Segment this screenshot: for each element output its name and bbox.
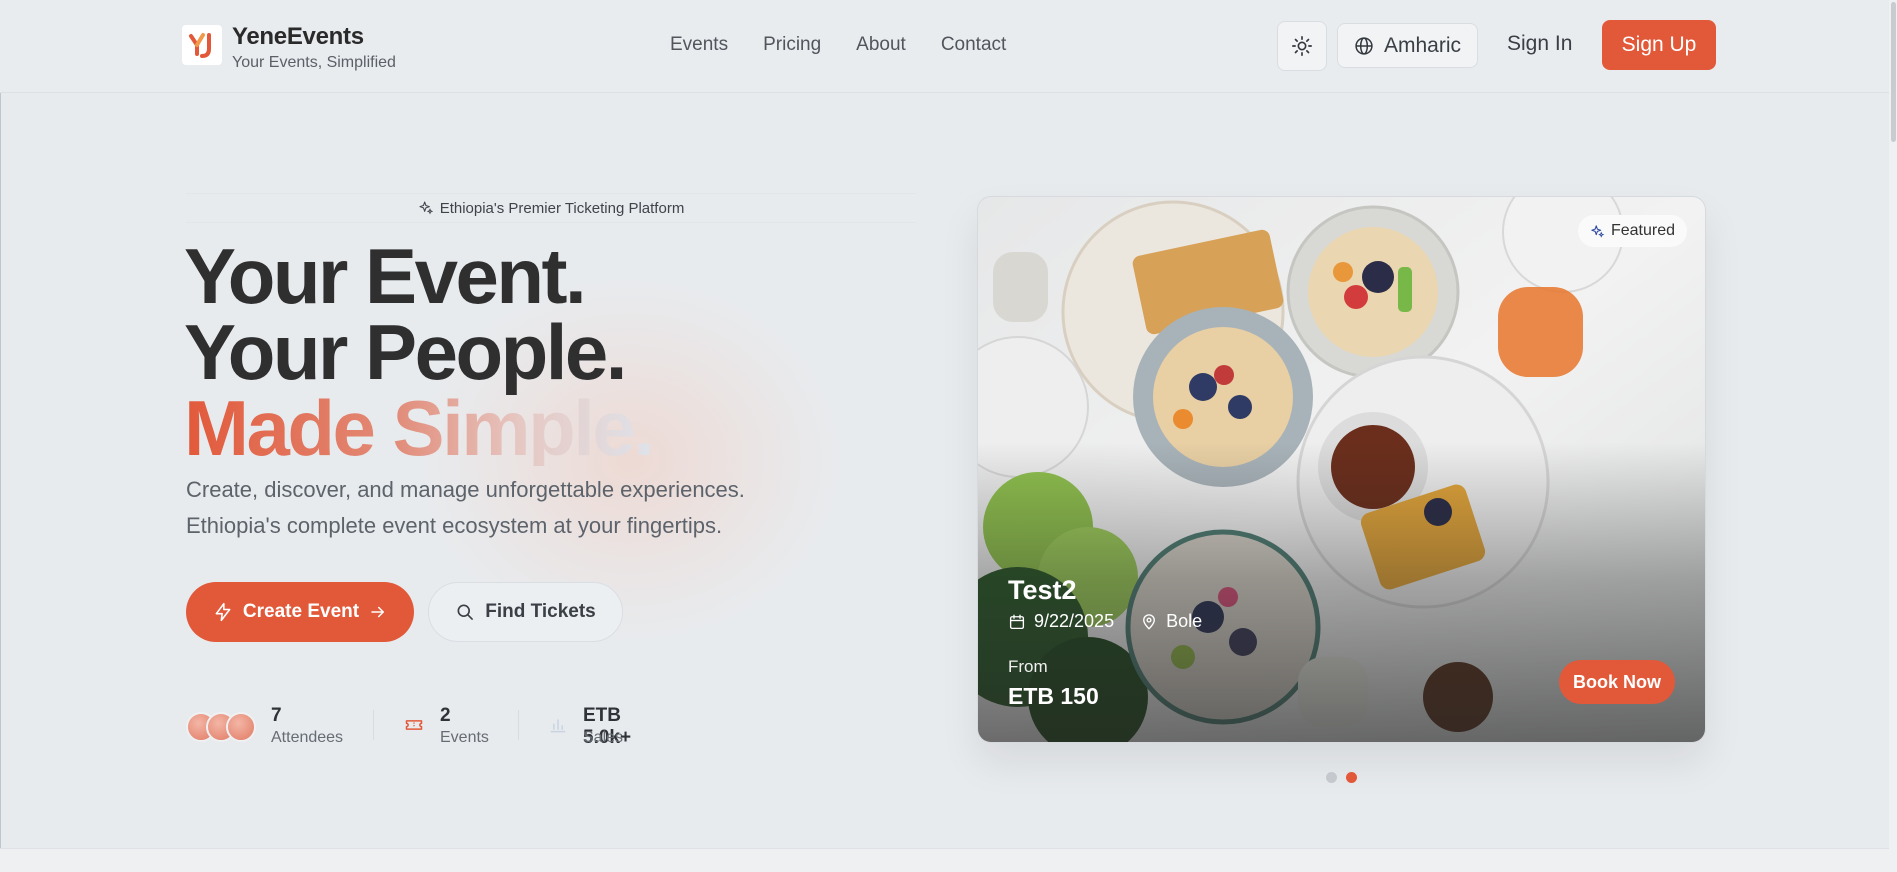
headline-line-2: Your People.	[184, 308, 627, 396]
attendees-label: Attendees	[271, 729, 344, 746]
attendees-count: 7	[271, 705, 282, 726]
price-from-label: From	[1008, 657, 1048, 676]
next-section-edge	[0, 848, 1889, 872]
attendee-avatars	[186, 712, 258, 742]
ticket-icon	[405, 720, 423, 730]
stat-divider	[373, 710, 374, 740]
brand-name[interactable]: YeneEvents	[232, 23, 364, 51]
headline-line-3: Made Simple.	[184, 384, 655, 472]
find-tickets-label: Find Tickets	[485, 601, 596, 622]
event-price: ETB 150	[1008, 683, 1099, 709]
logo-icon	[189, 33, 211, 58]
bar-chart-icon	[550, 719, 566, 733]
language-label: Amharic	[1383, 33, 1462, 57]
search-icon	[457, 604, 474, 620]
featured-badge: Featured	[1577, 215, 1687, 247]
events-label: Events	[440, 729, 489, 746]
featured-event-card[interactable]: Featured Test2 9/22/2025 Bole From ETB 1…	[977, 196, 1706, 743]
hero-headline: Your Event. Your People. Made Simple.	[184, 232, 655, 472]
events-count: 2	[440, 705, 451, 726]
platform-badge: Ethiopia's Premier Ticketing Platform	[186, 193, 916, 223]
create-event-label: Create Event	[242, 601, 360, 622]
map-pin-icon	[1143, 613, 1156, 630]
create-event-button[interactable]: Create Event	[186, 582, 414, 642]
sparkles-icon	[1591, 224, 1605, 238]
scrollbar-thumb[interactable]	[1891, 2, 1896, 142]
globe-icon	[1355, 36, 1373, 55]
nav-about[interactable]: About	[856, 34, 906, 56]
featured-badge-text: Featured	[1610, 222, 1675, 239]
lightning-icon	[215, 602, 231, 622]
arrow-right-icon	[371, 606, 385, 618]
nav-contact[interactable]: Contact	[941, 34, 1006, 56]
find-tickets-button[interactable]: Find Tickets	[428, 582, 623, 642]
brand-tagline: Your Events, Simplified	[232, 54, 396, 71]
language-button[interactable]: Amharic	[1337, 23, 1478, 68]
event-meta: 9/22/2025 Bole	[1008, 611, 1202, 632]
sales-label: Sales	[583, 729, 624, 746]
stat-divider	[518, 710, 519, 740]
hero-subtitle-line-1: Create, discover, and manage unforgettab…	[186, 477, 745, 502]
event-location: Bole	[1166, 611, 1203, 631]
sparkles-icon	[419, 201, 433, 215]
sun-icon	[1292, 36, 1312, 56]
carousel-dot-2[interactable]	[1346, 772, 1357, 783]
sign-in-link[interactable]: Sign In	[1507, 32, 1572, 56]
event-date: 9/22/2025	[1034, 611, 1115, 631]
page-scrollbar[interactable]	[1889, 0, 1897, 872]
site-header: YeneEvents Your Events, Simplified Event…	[0, 0, 1889, 93]
nav-events[interactable]: Events	[670, 34, 728, 56]
book-now-button[interactable]: Book Now	[1559, 660, 1675, 704]
headline-line-1: Your Event.	[184, 232, 587, 320]
hero-subtitle: Create, discover, and manage unforgettab…	[186, 472, 826, 544]
nav-pricing[interactable]: Pricing	[763, 34, 821, 56]
event-title[interactable]: Test2	[1008, 575, 1077, 606]
calendar-icon	[1009, 614, 1025, 629]
hero-subtitle-line-2: Ethiopia's complete event ecosystem at y…	[186, 513, 723, 538]
carousel-dots	[1326, 772, 1357, 783]
platform-badge-text: Ethiopia's Premier Ticketing Platform	[439, 199, 685, 217]
theme-toggle-button[interactable]	[1277, 21, 1327, 71]
carousel-dot-1[interactable]	[1326, 772, 1337, 783]
sign-up-button[interactable]: Sign Up	[1602, 20, 1716, 70]
main-nav: Events Pricing About Contact	[670, 34, 1006, 56]
brand-logo[interactable]	[182, 25, 222, 65]
avatar	[226, 712, 256, 742]
window-edge	[0, 0, 1, 872]
